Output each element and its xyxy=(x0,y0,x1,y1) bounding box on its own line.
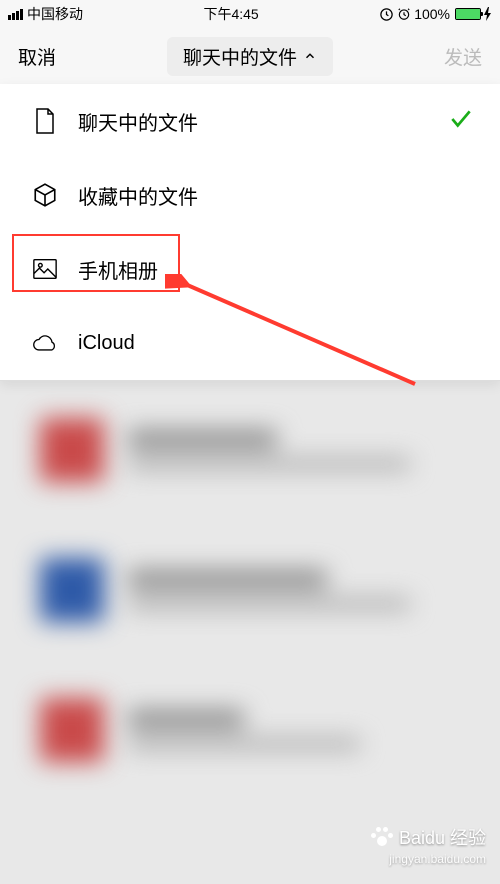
list-item xyxy=(0,380,500,520)
menu-item-chat-files[interactable]: 聊天中的文件 xyxy=(0,84,500,158)
menu-item-label: 收藏中的文件 xyxy=(78,181,474,210)
list-item xyxy=(0,660,500,800)
status-time: 下午4:45 xyxy=(203,4,258,24)
nav-title-dropdown[interactable]: 聊天中的文件 xyxy=(167,37,333,76)
menu-item-label: 聊天中的文件 xyxy=(78,107,428,136)
carrier-label: 中国移动 xyxy=(27,4,83,24)
nav-bar: 取消 聊天中的文件 发送 xyxy=(0,28,500,84)
blurred-file-list xyxy=(0,380,500,884)
menu-item-label: iCloud xyxy=(78,332,474,355)
battery-icon xyxy=(455,8,481,20)
orientation-lock-icon xyxy=(379,7,394,22)
signal-icon xyxy=(8,9,23,20)
watermark: Baidu 经验 jingyan.baidu.com xyxy=(371,824,486,866)
watermark-brand: Baidu 经验 xyxy=(399,824,486,850)
menu-item-phone-album[interactable]: 手机相册 xyxy=(0,232,500,306)
list-item xyxy=(0,520,500,660)
box-icon xyxy=(32,182,58,208)
status-left: 中国移动 xyxy=(8,4,83,24)
menu-item-favorites[interactable]: 收藏中的文件 xyxy=(0,158,500,232)
status-bar: 中国移动 下午4:45 100% xyxy=(0,0,500,28)
nav-title-label: 聊天中的文件 xyxy=(183,43,297,70)
paw-icon xyxy=(371,827,393,847)
image-icon xyxy=(32,256,58,282)
battery-pct: 100% xyxy=(414,6,450,22)
file-icon xyxy=(32,108,58,134)
menu-item-label: 手机相册 xyxy=(78,255,474,284)
check-icon xyxy=(448,106,474,137)
chevron-up-icon xyxy=(303,49,317,63)
cloud-icon xyxy=(32,330,58,356)
status-right: 100% xyxy=(379,6,492,22)
cancel-button[interactable]: 取消 xyxy=(18,43,56,70)
menu-item-icloud[interactable]: iCloud xyxy=(0,306,500,380)
send-button[interactable]: 发送 xyxy=(444,43,482,70)
charging-icon xyxy=(484,7,492,21)
watermark-url: jingyan.baidu.com xyxy=(371,852,486,866)
source-dropdown-panel: 聊天中的文件 收藏中的文件 手机相册 iCloud xyxy=(0,84,500,381)
alarm-icon xyxy=(397,7,411,21)
